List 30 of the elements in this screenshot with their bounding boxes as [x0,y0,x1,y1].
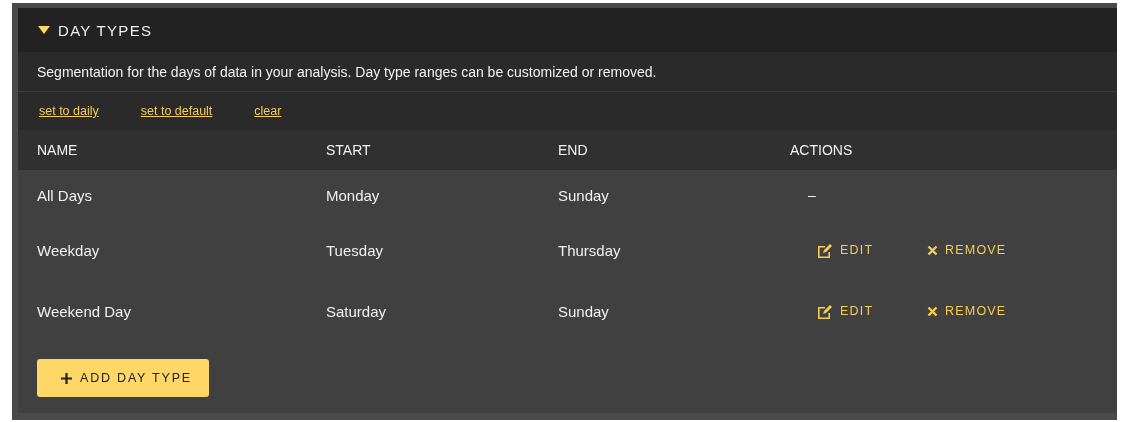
table-cell-text: Saturday [326,302,388,320]
column-header: END [558,142,589,158]
edit-icon [817,303,833,319]
description-text: Segmentation for the days of data in your analysis. Day type ranges can be customized or removed. [37,63,657,80]
table-cell-text: Thursday [558,241,622,259]
section-title: DAY TYPES [58,21,153,39]
column-header: ACTIONS [790,142,854,158]
table-cell-text: Sunday [558,186,610,204]
action-link[interactable]: clear [254,104,282,118]
plus-icon [61,372,72,384]
column-header: START [326,142,372,158]
add-day-type-button[interactable]: ADD DAY TYPE [37,359,209,397]
table-cell-text: Tuesday [326,241,384,259]
remove-button[interactable]: REMOVE [927,243,1027,257]
table-cell-text: Weekday [37,241,101,259]
close-icon [927,244,938,256]
column-header: NAME [37,142,79,158]
edit-icon [817,242,833,258]
remove-button[interactable]: REMOVE [927,304,1027,318]
action-link[interactable]: set to daily [39,104,99,118]
section-header[interactable]: DAY TYPES [18,8,1117,52]
close-icon [927,305,938,317]
empty-actions-dash: – [808,187,816,203]
table-cell-text: Weekend Day [37,302,132,320]
action-link[interactable]: set to default [140,104,213,118]
table-cell-text: All Days [37,186,93,204]
table-cell-text: Sunday [558,302,610,320]
table-cell-text: Monday [326,186,381,204]
edit-button[interactable]: EDIT [817,303,927,319]
edit-button[interactable]: EDIT [817,242,927,258]
